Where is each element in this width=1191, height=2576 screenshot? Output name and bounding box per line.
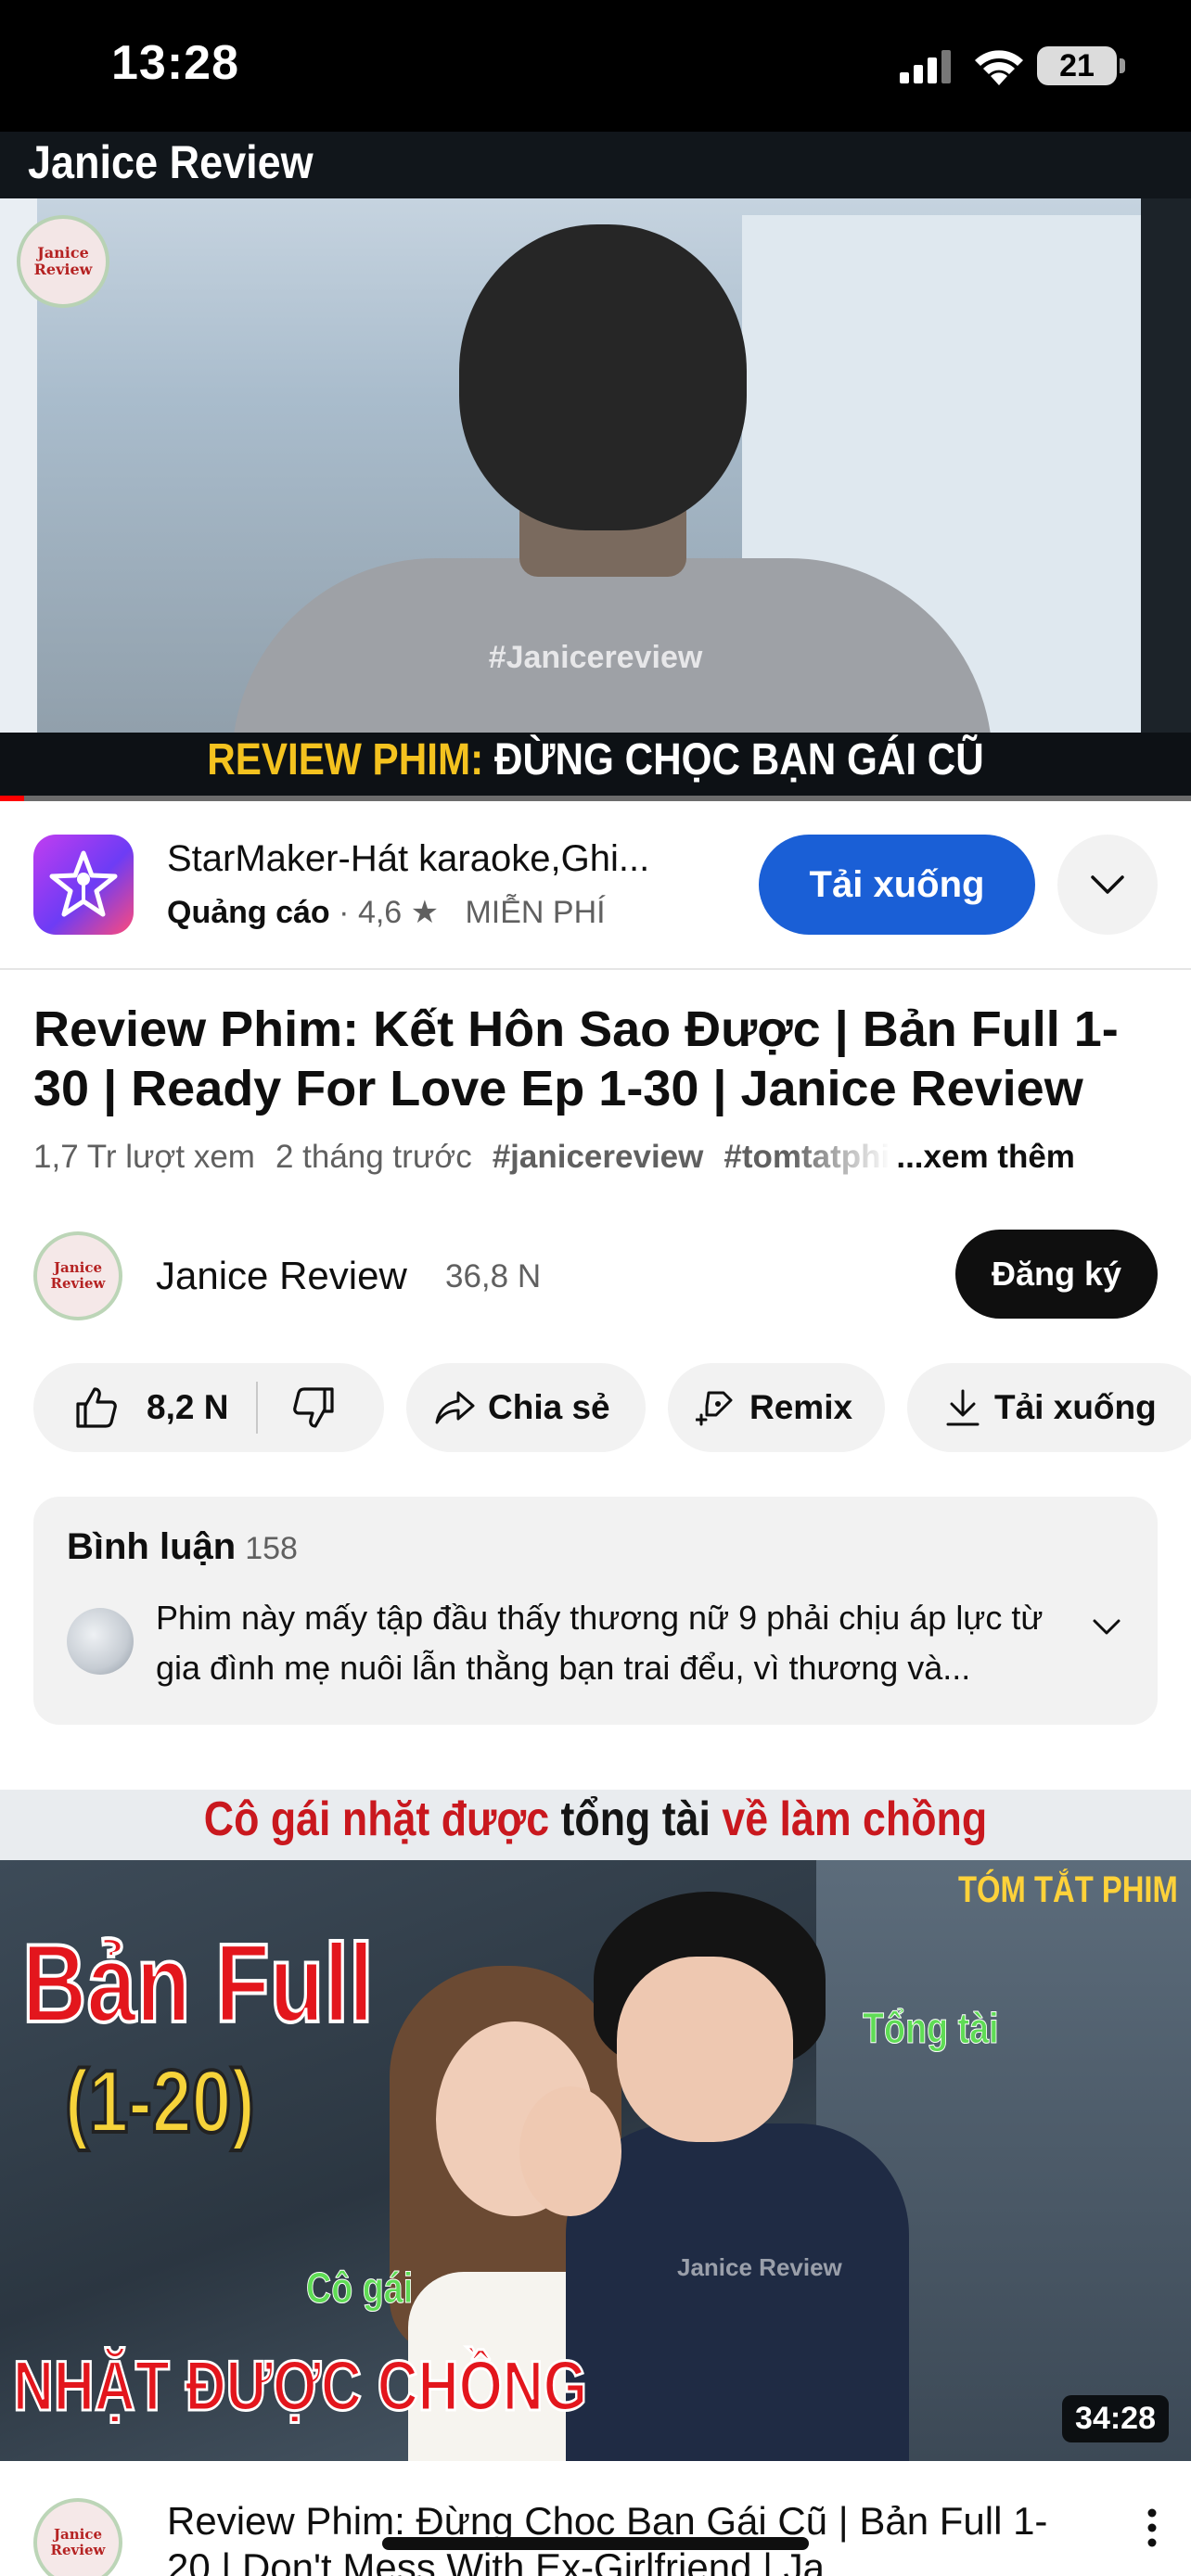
comments-title: Bình luận	[67, 1526, 237, 1567]
home-indicator[interactable]	[382, 2537, 809, 2550]
hashtag-link-truncated[interactable]: #tomtatphim	[724, 1139, 890, 1176]
ad-download-button[interactable]: Tải xuống	[759, 835, 1035, 935]
action-bar: 8,2 N Chia sẻ Remix Tải xuống	[0, 1363, 1191, 1452]
thumb-corner-label: TÓM TẮT PHIM	[958, 1869, 1178, 1910]
next-video-thumbnail[interactable]: Cô gái nhặt được tổng tài về làm chồng B…	[0, 1790, 1191, 2461]
channel-avatar[interactable]: Janice Review	[33, 1231, 122, 1320]
hashtag-overlay: #Janicereview	[488, 640, 703, 675]
ad-separator: ·	[339, 895, 350, 930]
comments-teaser[interactable]: Bình luận 158 Phim này mấy tập đầu thấy t…	[33, 1497, 1158, 1725]
watermark-line-1: Janice	[37, 244, 89, 261]
ad-label: Quảng cáo	[167, 895, 330, 930]
thumb-watermark: Janice Review	[677, 2253, 842, 2281]
more-options-icon[interactable]	[1146, 2507, 1158, 2548]
caption-prefix: REVIEW PHIM:	[207, 735, 484, 784]
cellular-signal-icon	[900, 50, 951, 83]
video-caption: REVIEW PHIM: ĐỪNG CHỌC BẠN GÁI CŨ	[71, 734, 1120, 785]
remix-label: Remix	[749, 1388, 853, 1426]
next-video-info: Janice Review Review Phim: Đừng Chọc Bạn…	[0, 2461, 1191, 2576]
thumb-headline-part2: tổng tài	[560, 1792, 711, 1846]
thumb-label-tongtai: Tổng tài	[863, 2004, 999, 2053]
thumb-man-face	[617, 1957, 793, 2142]
thumb-bottom-text: NHẶT ĐƯỢC CHỒNG	[12, 2346, 588, 2428]
thumb-headline: Cô gái nhặt được tổng tài về làm chồng	[83, 1792, 1108, 1847]
subscriber-count: 36,8 N	[445, 1258, 542, 1294]
video-duration-badge: 34:28	[1062, 2395, 1169, 2442]
download-label: Tải xuống	[994, 1388, 1157, 1426]
hashtag-link[interactable]: #janicereview	[493, 1139, 704, 1176]
status-bar: 13:28 21	[0, 0, 1191, 132]
like-button[interactable]: 8,2 N	[33, 1363, 228, 1452]
chevron-down-icon	[1091, 875, 1124, 894]
ad-expand-button[interactable]	[1057, 835, 1158, 935]
ad-app-name[interactable]: StarMaker-Hát karaoke,Ghi...	[167, 838, 649, 880]
video-meta[interactable]: 1,7 Tr lượt xem 2 tháng trước #janicerev…	[33, 1139, 1174, 1176]
share-arrow-icon	[435, 1391, 475, 1424]
thumbs-up-icon	[76, 1387, 117, 1428]
comments-heading: Bình luận 158	[67, 1526, 298, 1568]
channel-row: Janice Review Janice Review 36,8 N Đăng …	[0, 1226, 1191, 1328]
share-button[interactable]: Chia sẻ	[406, 1363, 646, 1452]
view-count: 1,7 Tr lượt xem	[33, 1139, 255, 1175]
ad-banner[interactable]: StarMaker-Hát karaoke,Ghi... Quảng cáo ·…	[0, 801, 1191, 970]
avatar-line-1: Janice	[53, 1259, 103, 1276]
caption-text: ĐỪNG CHỌC BẠN GÁI CŨ	[493, 735, 984, 784]
thumb-label-cogai: Cô gái	[306, 2264, 414, 2313]
thumbs-down-icon	[293, 1387, 335, 1428]
dislike-button[interactable]	[258, 1363, 336, 1452]
thumb-headline-part3: về làm chồng	[722, 1792, 988, 1846]
show-more-link[interactable]: ...xem thêm	[896, 1139, 1075, 1176]
like-dislike-group: 8,2 N	[33, 1363, 384, 1452]
star-icon: ★	[410, 895, 440, 930]
thumb-hand	[519, 2086, 621, 2216]
starmaker-app-icon[interactable]	[33, 835, 134, 935]
comment-preview: Phim này mấy tập đầu thấy thương nữ 9 ph…	[156, 1599, 1044, 1687]
download-icon	[946, 1389, 980, 1426]
player-channel-banner: Janice Review	[28, 136, 314, 188]
thumb-headline-part1: Cô gái nhặt được	[203, 1792, 550, 1846]
chevron-down-icon[interactable]	[1091, 1617, 1122, 1638]
next-video-channel-avatar[interactable]: Janice Review	[33, 2498, 122, 2576]
channel-name[interactable]: Janice Review	[156, 1254, 407, 1298]
subscribe-button[interactable]: Đăng ký	[955, 1230, 1158, 1319]
ad-price: MIỄN PHÍ	[465, 895, 606, 930]
share-label: Chia sẻ	[488, 1388, 610, 1426]
download-button[interactable]: Tải xuống	[907, 1363, 1191, 1452]
ad-meta: Quảng cáo · 4,6 ★ MIỄN PHÍ	[167, 894, 606, 931]
thumb-big-text: Bản Full	[20, 1919, 375, 2047]
like-count: 8,2 N	[147, 1388, 229, 1426]
thumb-range-text: (1-20)	[63, 2050, 256, 2153]
channel-logo-watermark: Janice Review	[17, 215, 109, 308]
remix-button[interactable]: Remix	[668, 1363, 885, 1452]
video-title[interactable]: Review Phim: Kết Hôn Sao Được | Bản Full…	[33, 1000, 1165, 1118]
scene-figure-head	[459, 224, 747, 530]
star-microphone-icon	[49, 850, 118, 917]
ad-rating: 4,6	[357, 895, 403, 930]
status-time: 13:28	[111, 36, 239, 90]
comment-count: 158	[245, 1531, 298, 1566]
avatar-line-1: Janice	[53, 2526, 103, 2543]
watermark-line-2: Review	[33, 261, 93, 278]
upload-age: 2 tháng trước	[275, 1139, 472, 1175]
remix-icon	[696, 1391, 733, 1426]
battery-indicator: 21	[1037, 46, 1125, 85]
commenter-avatar	[67, 1608, 134, 1675]
avatar-line-2: Review	[50, 1275, 106, 1292]
avatar-line-2: Review	[50, 2542, 106, 2558]
wifi-icon	[975, 50, 1023, 85]
video-player[interactable]: Janice Review Janice Review #Janicerevie…	[0, 132, 1191, 801]
